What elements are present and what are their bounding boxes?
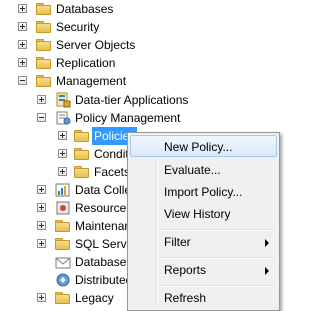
data-tier-app-icon <box>55 92 71 108</box>
tree-node-databases[interactable]: Databases <box>0 0 282 18</box>
tree-node-server-objects[interactable]: Server Objects <box>0 36 282 54</box>
tree-node-label: Policy Management <box>75 111 181 125</box>
tree-node-label: Databases <box>56 2 114 16</box>
tree-node-policy-management[interactable]: Policy Management <box>0 109 282 127</box>
folder-icon <box>74 129 90 143</box>
expand-icon[interactable] <box>37 221 46 230</box>
tree-node-label: Server Objects <box>56 38 136 52</box>
submenu-arrow-icon <box>265 239 269 247</box>
expand-icon[interactable] <box>37 95 46 104</box>
tree-node-label: Replication <box>56 56 116 70</box>
collapse-icon[interactable] <box>18 76 27 85</box>
menu-item-reports[interactable]: Reports <box>130 259 277 281</box>
folder-icon <box>74 165 90 179</box>
tree-node-label: Facets <box>94 165 131 179</box>
expand-icon[interactable] <box>18 40 27 49</box>
menu-item-label: Filter <box>164 235 191 249</box>
folder-icon <box>36 2 52 16</box>
expand-icon[interactable] <box>58 167 67 176</box>
folder-icon <box>74 147 90 161</box>
folder-icon <box>55 219 71 233</box>
expand-icon[interactable] <box>37 293 46 302</box>
policy-management-icon <box>55 110 71 126</box>
menu-item-label: View History <box>164 207 231 221</box>
menu-item-label: New Policy... <box>164 140 233 154</box>
menu-item-label: Reports <box>164 263 207 277</box>
resource-governor-icon <box>55 200 71 216</box>
expand-icon[interactable] <box>18 22 27 31</box>
expand-icon[interactable] <box>58 149 67 158</box>
menu-item-import-policy[interactable]: Import Policy... <box>130 181 277 203</box>
tree-node-data-tier-applications[interactable]: Data-tier Applications <box>0 91 282 109</box>
data-collection-icon <box>55 182 71 198</box>
expand-icon[interactable] <box>18 58 27 67</box>
menu-item-evaluate[interactable]: Evaluate... <box>130 159 277 181</box>
submenu-arrow-icon <box>265 267 269 275</box>
context-menu: New Policy... Evaluate... Import Policy.… <box>127 132 280 311</box>
folder-icon <box>36 74 52 88</box>
menu-item-label: Evaluate... <box>164 163 221 177</box>
tree-node-replication[interactable]: Replication <box>0 54 282 72</box>
folder-icon <box>36 20 52 34</box>
menu-item-new-policy[interactable]: New Policy... <box>130 135 277 157</box>
folder-icon <box>36 56 52 70</box>
expand-icon[interactable] <box>37 203 46 212</box>
expand-icon[interactable] <box>37 185 46 194</box>
tree-node-label: Security <box>56 20 100 34</box>
folder-icon <box>55 237 71 251</box>
folder-icon <box>55 291 71 305</box>
tree-node-label: Management <box>56 74 127 88</box>
menu-item-label: Refresh <box>164 291 207 305</box>
expand-icon[interactable] <box>58 131 67 140</box>
tree-node-label: Data-tier Applications <box>75 93 189 107</box>
dtc-icon <box>55 272 71 288</box>
tree-node-security[interactable]: Security <box>0 18 282 36</box>
expand-icon[interactable] <box>37 239 46 248</box>
menu-item-refresh[interactable]: Refresh <box>130 287 277 309</box>
tree-node-label: Legacy <box>75 291 114 305</box>
menu-item-filter[interactable]: Filter <box>130 231 277 253</box>
menu-item-view-history[interactable]: View History <box>130 203 277 225</box>
folder-icon <box>36 38 52 52</box>
tree-node-management[interactable]: Management <box>0 72 282 90</box>
collapse-icon[interactable] <box>37 113 46 122</box>
menu-item-label: Import Policy... <box>164 185 243 199</box>
database-mail-icon <box>55 254 71 270</box>
expand-icon[interactable] <box>18 4 27 13</box>
